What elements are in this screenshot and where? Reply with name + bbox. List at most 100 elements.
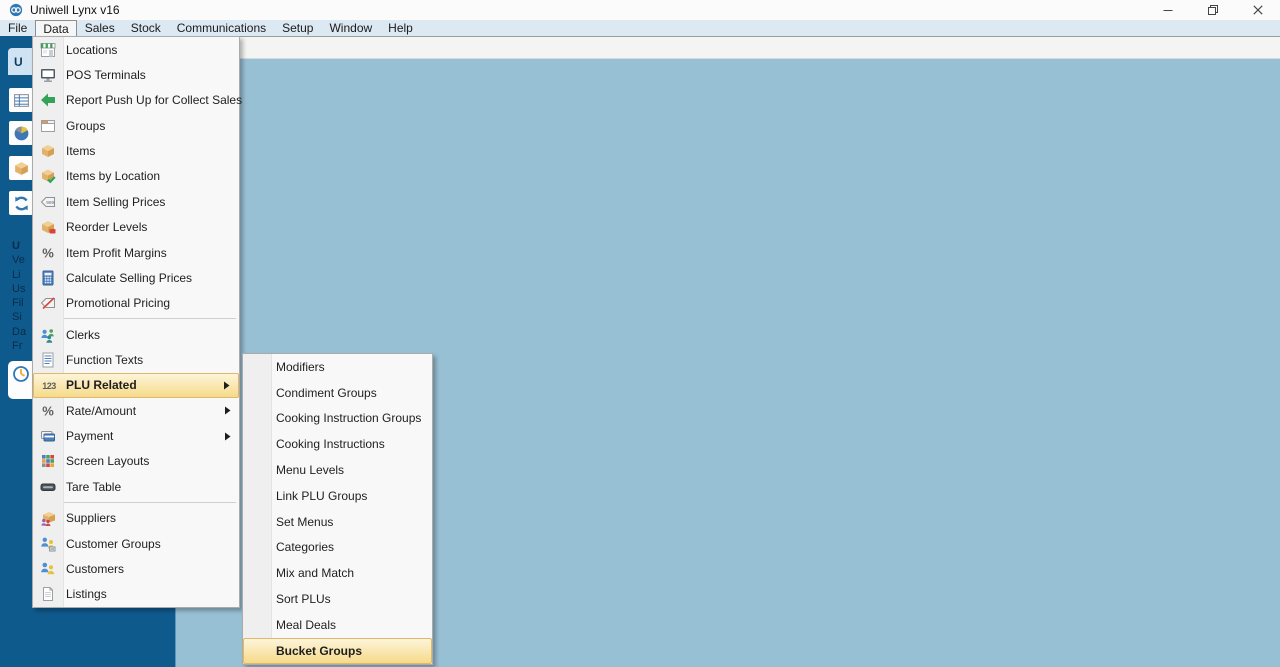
toolbar-band — [175, 37, 1280, 59]
minimize-icon — [1163, 5, 1173, 15]
menu-item-suppliers[interactable]: Suppliers — [33, 505, 239, 530]
sidebar-info-line: Li — [12, 268, 26, 282]
menu-item-screen-layouts[interactable]: Screen Layouts — [33, 449, 239, 474]
menu-item-label: Listings — [66, 587, 107, 601]
svg-text:999: 999 — [46, 200, 54, 206]
menubar-item-window[interactable]: Window — [321, 20, 380, 36]
menu-item-label: Customer Groups — [66, 537, 161, 551]
menu-item-report-push-up-for-collect-sales[interactable]: Report Push Up for Collect Sales — [33, 88, 239, 113]
menu-separator — [64, 318, 236, 319]
menu-item-label: Modifiers — [276, 360, 325, 374]
sidebar-tile-pie[interactable] — [9, 121, 33, 145]
menu-item-label: Calculate Selling Prices — [66, 271, 192, 285]
menu-item-calculate-selling-prices[interactable]: Calculate Selling Prices — [33, 265, 239, 290]
menu-item-label: Cooking Instruction Groups — [276, 411, 421, 425]
menu-item-items-by-location[interactable]: Items by Location — [33, 164, 239, 189]
menubar-item-setup[interactable]: Setup — [274, 20, 321, 36]
sidebar-info-line: Ve — [12, 253, 26, 267]
svg-text:123: 123 — [42, 381, 56, 391]
menu-item-link-plu-groups[interactable]: Link PLU Groups — [243, 483, 432, 509]
menu-separator — [64, 502, 236, 503]
doc-lines-icon — [39, 351, 57, 369]
menu-item-label: Sort PLUs — [276, 592, 331, 606]
menu-item-label: Items — [66, 144, 95, 158]
menu-item-items[interactable]: Items — [33, 138, 239, 163]
menu-item-label: PLU Related — [66, 378, 137, 392]
menu-item-item-selling-prices[interactable]: 999 Item Selling Prices — [33, 189, 239, 214]
box-icon — [13, 160, 30, 177]
sync-icon — [13, 195, 30, 212]
menu-item-item-profit-margins[interactable]: %Item Profit Margins — [33, 240, 239, 265]
menu-item-condiment-groups[interactable]: Condiment Groups — [243, 380, 432, 406]
submenu-arrow-icon — [224, 406, 232, 416]
sidebar-scheduler-tab[interactable] — [8, 361, 34, 399]
sidebar-tile-box[interactable] — [9, 156, 33, 180]
window-icon — [39, 117, 57, 135]
menubar-item-data[interactable]: Data — [35, 20, 76, 37]
menu-item-label: Suppliers — [66, 511, 116, 525]
menu-item-payment[interactable]: Payment — [33, 423, 239, 448]
plu-submenu-rows: Modifiers Condiment Groups Cooking Instruc… — [243, 354, 432, 664]
menu-item-rate-amount[interactable]: %Rate/Amount — [33, 398, 239, 423]
menu-item-label: Promotional Pricing — [66, 296, 170, 310]
window-controls — [1145, 0, 1280, 20]
menu-item-label: Categories — [276, 540, 334, 554]
sidebar-info-line: Da — [12, 325, 26, 339]
menu-item-listings[interactable]: Listings — [33, 582, 239, 607]
menu-item-label: Report Push Up for Collect Sales — [66, 93, 242, 107]
app-window: { "window": { "title": "Uniwell Lynx v16… — [0, 0, 1280, 667]
restore-button[interactable] — [1190, 0, 1235, 20]
menu-item-clerks[interactable]: Clerks — [33, 322, 239, 347]
menu-item-customers[interactable]: Customers — [33, 556, 239, 581]
sidebar-tile-sync[interactable] — [9, 191, 33, 215]
menu-item-cooking-instruction-groups[interactable]: Cooking Instruction Groups — [243, 406, 432, 432]
menubar-item-help[interactable]: Help — [380, 20, 421, 36]
arrow-left-icon — [39, 91, 57, 109]
pie-icon — [13, 125, 30, 142]
submenu-arrow-icon — [224, 431, 232, 441]
menu-item-modifiers[interactable]: Modifiers — [243, 354, 432, 380]
restore-icon — [1208, 5, 1218, 15]
menu-item-menu-levels[interactable]: Menu Levels — [243, 457, 432, 483]
menu-item-cooking-instructions[interactable]: Cooking Instructions — [243, 431, 432, 457]
grid-icon — [39, 452, 57, 470]
menu-item-label: Clerks — [66, 328, 100, 342]
menu-item-pos-terminals[interactable]: POS Terminals — [33, 62, 239, 87]
menubar-item-stock[interactable]: Stock — [123, 20, 169, 36]
data-menu-dropdown: LocationsPOS Terminals Report Push Up for… — [32, 36, 240, 608]
menubar-item-communications[interactable]: Communications — [169, 20, 274, 36]
menu-item-plu-related[interactable]: 123 PLU Related — [33, 373, 239, 398]
people-dots-icon — [39, 326, 57, 344]
menu-item-label: Payment — [66, 429, 113, 443]
close-button[interactable] — [1235, 0, 1280, 20]
storefront-icon — [39, 41, 57, 59]
menu-item-sort-plus[interactable]: Sort PLUs — [243, 586, 432, 612]
menu-item-locations[interactable]: Locations — [33, 37, 239, 62]
menu-item-function-texts[interactable]: Function Texts — [33, 347, 239, 372]
menu-item-meal-deals[interactable]: Meal Deals — [243, 612, 432, 638]
menu-item-bucket-groups[interactable]: Bucket Groups — [243, 638, 432, 664]
doc-plain-icon — [39, 585, 57, 603]
text-123-icon: 123 — [40, 376, 58, 394]
menu-item-reorder-levels[interactable]: Reorder Levels — [33, 215, 239, 240]
sidebar-info-line: Fr — [12, 339, 26, 353]
menu-item-promotional-pricing[interactable]: Promotional Pricing — [33, 291, 239, 316]
menubar-item-file[interactable]: File — [0, 20, 35, 36]
menu-item-mix-and-match[interactable]: Mix and Match — [243, 560, 432, 586]
menu-item-label: Menu Levels — [276, 463, 344, 477]
sidebar-tile-form[interactable] — [9, 88, 33, 112]
menu-item-tare-table[interactable]: Tare Table — [33, 474, 239, 499]
minimize-button[interactable] — [1145, 0, 1190, 20]
menu-item-groups[interactable]: Groups — [33, 113, 239, 138]
customers-icon — [39, 560, 57, 578]
sidebar-info-line: Si — [12, 310, 26, 324]
menu-item-label: Item Selling Prices — [66, 195, 165, 209]
sidebar-info-text: UVeLiUsFilSiDaFr — [12, 239, 26, 353]
menu-item-label: Items by Location — [66, 169, 160, 183]
menu-item-customer-groups[interactable]: Customer Groups — [33, 531, 239, 556]
menu-item-categories[interactable]: Categories — [243, 535, 432, 561]
svg-text:%: % — [42, 245, 54, 260]
menubar-item-sales[interactable]: Sales — [77, 20, 123, 36]
sidebar-info-line: U — [12, 239, 26, 253]
menu-item-set-menus[interactable]: Set Menus — [243, 509, 432, 535]
